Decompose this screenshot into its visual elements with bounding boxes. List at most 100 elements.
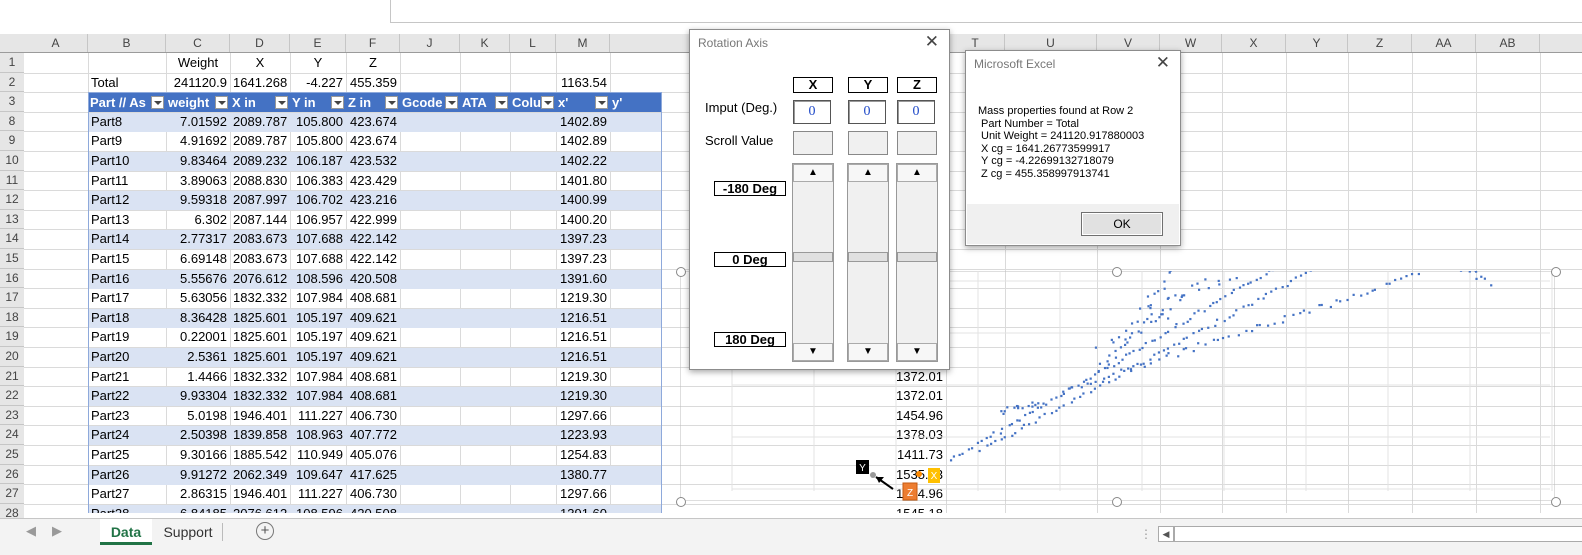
row-header-12[interactable]: 12 [0, 190, 24, 210]
scroll-down-icon[interactable]: ▼ [848, 343, 888, 361]
row-header-24[interactable]: 24 [0, 425, 24, 445]
filter-dropdown-icon[interactable] [495, 96, 508, 109]
x-degree-input[interactable]: 0 [793, 100, 831, 124]
row-header-9[interactable]: 9 [0, 131, 24, 151]
column-header-a[interactable]: A [24, 34, 88, 52]
column-header-e[interactable]: E [290, 34, 346, 52]
column-header-x[interactable]: X [1222, 34, 1286, 52]
data-point [1164, 332, 1166, 334]
data-point [1177, 355, 1179, 357]
row-header-16[interactable]: 16 [0, 269, 24, 289]
column-header-ab[interactable]: AB [1476, 34, 1540, 52]
next-sheet-icon[interactable]: ▶ [52, 523, 62, 539]
chart-resize-handle[interactable] [1112, 497, 1122, 507]
filter-dropdown-icon[interactable] [385, 96, 398, 109]
formula-bar[interactable] [390, 0, 1582, 23]
hscroll-left-icon[interactable]: ◀ [1158, 526, 1174, 542]
filter-dropdown-icon[interactable] [215, 96, 228, 109]
scroll-up-icon[interactable]: ▲ [793, 164, 833, 182]
row-header-10[interactable]: 10 [0, 151, 24, 171]
x-rotation-scrollbar[interactable]: ▲ ▼ [792, 163, 834, 362]
table-cell: 1839.858 [230, 425, 290, 445]
data-point [1094, 388, 1096, 390]
filter-dropdown-icon[interactable] [595, 96, 608, 109]
chart-resize-handle[interactable] [1551, 497, 1561, 507]
table-header-1[interactable]: Part // As [88, 93, 151, 112]
add-sheet-icon[interactable]: + [256, 522, 274, 540]
z-rotation-scrollbar[interactable]: ▲ ▼ [896, 163, 938, 362]
scroll-down-icon[interactable]: ▼ [793, 343, 833, 361]
table-header-4[interactable]: Y in [290, 93, 331, 112]
row-header-18[interactable]: 18 [0, 308, 24, 328]
row-header-3[interactable]: 3 [0, 92, 24, 112]
data-point [990, 436, 992, 438]
column-header-c[interactable]: C [166, 34, 230, 52]
row-header-19[interactable]: 19 [0, 327, 24, 347]
row-header-14[interactable]: 14 [0, 229, 24, 249]
column-header-d[interactable]: D [230, 34, 290, 52]
chart-resize-handle[interactable] [1551, 267, 1561, 277]
data-point [1071, 386, 1073, 388]
filter-dropdown-icon[interactable] [331, 96, 344, 109]
column-header-y[interactable]: Y [1286, 34, 1348, 52]
filter-dropdown-icon[interactable] [541, 96, 554, 109]
table-header-6[interactable]: Gcode [400, 93, 445, 112]
row-header-13[interactable]: 13 [0, 210, 24, 230]
row-header-21[interactable]: 21 [0, 367, 24, 387]
column-header-f[interactable]: F [346, 34, 400, 52]
tab-support[interactable]: Support [154, 519, 222, 545]
row-header-17[interactable]: 17 [0, 288, 24, 308]
chart-resize-handle[interactable] [1112, 267, 1122, 277]
column-header-k[interactable]: K [460, 34, 510, 52]
filter-dropdown-icon[interactable] [275, 96, 288, 109]
ok-button[interactable]: OK [1081, 212, 1163, 236]
z-degree-input[interactable]: 0 [897, 100, 935, 124]
chart-resize-handle[interactable] [676, 497, 686, 507]
prev-sheet-icon[interactable]: ◀ [26, 523, 36, 539]
scroll-up-icon[interactable]: ▲ [848, 164, 888, 182]
column-header-j[interactable]: J [400, 34, 460, 52]
row-header-22[interactable]: 22 [0, 386, 24, 406]
tab-data[interactable]: Data [100, 519, 152, 545]
data-point [1386, 283, 1388, 285]
scroll-thumb[interactable] [848, 252, 888, 262]
column-header-b[interactable]: B [88, 34, 166, 52]
row-header-23[interactable]: 23 [0, 406, 24, 426]
filter-dropdown-icon[interactable] [445, 96, 458, 109]
column-header-z[interactable]: Z [1348, 34, 1412, 52]
data-point [1037, 407, 1039, 409]
table-header-3[interactable]: X in [230, 93, 275, 112]
row-header-25[interactable]: 25 [0, 445, 24, 465]
data-point [1011, 423, 1013, 425]
table-header-2[interactable]: weight [166, 93, 215, 112]
table-header-7[interactable]: ATA [460, 93, 495, 112]
data-point [1189, 318, 1191, 320]
chart-resize-handle[interactable] [676, 267, 686, 277]
row-header-20[interactable]: 20 [0, 347, 24, 367]
filter-dropdown-icon[interactable] [151, 96, 164, 109]
horizontal-scrollbar[interactable] [1174, 526, 1582, 542]
row-header-27[interactable]: 27 [0, 484, 24, 504]
row-header-11[interactable]: 11 [0, 171, 24, 191]
row-header-1[interactable]: 1 [0, 53, 24, 73]
table-header-5[interactable]: Z in [346, 93, 385, 112]
scroll-thumb[interactable] [897, 252, 937, 262]
row-header-15[interactable]: 15 [0, 249, 24, 269]
row-header-26[interactable]: 26 [0, 465, 24, 485]
row-header-2[interactable]: 2 [0, 73, 24, 93]
table-header-8[interactable]: Colu [510, 93, 541, 112]
column-header-aa[interactable]: AA [1412, 34, 1476, 52]
column-header-l[interactable]: L [510, 34, 556, 52]
table-header-9[interactable]: x' [556, 93, 595, 112]
column-header-m[interactable]: M [556, 34, 610, 52]
y-degree-input[interactable]: 0 [848, 100, 886, 124]
close-icon[interactable]: ✕ [925, 32, 939, 52]
splitter-dots-icon[interactable]: ⋮ [1140, 527, 1152, 541]
close-icon[interactable]: ✕ [1156, 53, 1170, 73]
scroll-down-icon[interactable]: ▼ [897, 343, 937, 361]
scroll-up-icon[interactable]: ▲ [897, 164, 937, 182]
row-header-8[interactable]: 8 [0, 112, 24, 132]
y-rotation-scrollbar[interactable]: ▲ ▼ [847, 163, 889, 362]
scroll-thumb[interactable] [793, 252, 833, 262]
table-cell: Part25 [88, 445, 166, 465]
